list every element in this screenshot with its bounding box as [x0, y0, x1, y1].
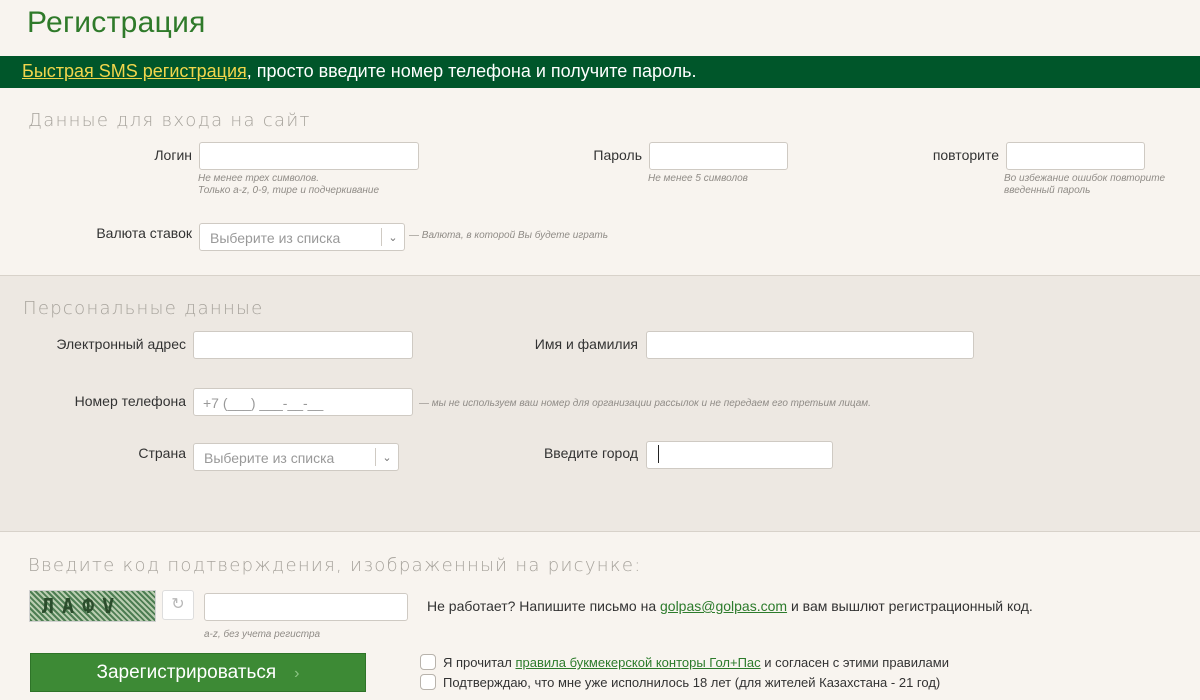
captcha-input[interactable] [204, 593, 408, 621]
phone-label: Номер телефона [74, 393, 186, 409]
login-input[interactable] [199, 142, 419, 170]
full-name-label: Имя и фамилия [534, 336, 638, 352]
login-label: Логин [154, 147, 192, 163]
age-checkbox[interactable] [420, 674, 436, 690]
login-section-title: Данные для входа на сайт [28, 110, 311, 131]
refresh-icon[interactable]: ↻ [162, 590, 194, 620]
country-select[interactable]: Выберите из списка ⌄ [193, 443, 399, 471]
rules-text-after: и согласен с этими правилами [760, 655, 949, 670]
rules-agreement: Я прочитал правила букмекерской конторы … [443, 655, 949, 670]
register-button-label: Зарегистрироваться [96, 662, 277, 683]
register-button[interactable]: Зарегистрироваться › [30, 653, 366, 692]
personal-section-title: Персональные данные [23, 298, 264, 319]
captcha-notice-after: и вам вышлют регистрационный код. [787, 598, 1033, 614]
chevron-down-icon[interactable]: ⌄ [382, 224, 404, 250]
chevron-down-icon[interactable]: ⌄ [376, 444, 398, 470]
repeat-password-label: повторите [932, 147, 999, 163]
rules-checkbox[interactable] [420, 654, 436, 670]
chevron-right-icon: › [294, 665, 300, 682]
login-hint-2: Только a-z, 0-9, тире и подчеркивание [198, 185, 380, 196]
captcha-notice: Не работает? Напишите письмо на golpas@g… [427, 598, 1033, 614]
captcha-notice-before: Не работает? Напишите письмо на [427, 598, 660, 614]
page-title: Регистрация [27, 6, 206, 39]
sms-banner: Быстрая SMS регистрация, просто введите … [0, 56, 1200, 88]
email-input[interactable] [193, 331, 413, 359]
password-input[interactable] [649, 142, 788, 170]
phone-input[interactable]: +7 (___) ___-__-__ [193, 388, 413, 416]
phone-hint: — мы не используем ваш номер для организ… [419, 398, 871, 409]
repeat-password-hint-2: введенный пароль [1004, 185, 1091, 196]
currency-label: Валюта ставок [96, 225, 192, 241]
captcha-image: ЛАФV [29, 590, 156, 622]
currency-select-placeholder: Выберите из списка [210, 230, 341, 246]
country-select-placeholder: Выберите из списка [204, 450, 335, 466]
repeat-password-input[interactable] [1006, 142, 1145, 170]
rules-link[interactable]: правила букмекерской конторы Гол+Пас [515, 655, 760, 670]
sms-registration-link[interactable]: Быстрая SMS регистрация [22, 61, 247, 81]
country-label: Страна [138, 445, 186, 461]
support-email-link[interactable]: golpas@golpas.com [660, 598, 787, 614]
rules-text-before: Я прочитал [443, 655, 516, 670]
city-label: Введите город [543, 445, 638, 461]
captcha-section-title: Введите код подтверждения, изображенный … [28, 555, 642, 576]
password-label: Пароль [593, 147, 642, 163]
captcha-hint: a-z, без учета регистра [204, 629, 321, 640]
email-label: Электронный адрес [56, 336, 186, 352]
age-confirmation: Подтверждаю, что мне уже исполнилось 18 … [443, 675, 941, 690]
text-cursor [658, 445, 659, 463]
currency-select[interactable]: Выберите из списка ⌄ [199, 223, 405, 251]
sms-banner-text: , просто введите номер телефона и получи… [246, 61, 697, 81]
password-hint: Не менее 5 символов [648, 173, 748, 184]
currency-hint: — Валюта, в которой Вы будете играть [409, 230, 608, 241]
city-input[interactable] [646, 441, 833, 469]
full-name-input[interactable] [646, 331, 974, 359]
